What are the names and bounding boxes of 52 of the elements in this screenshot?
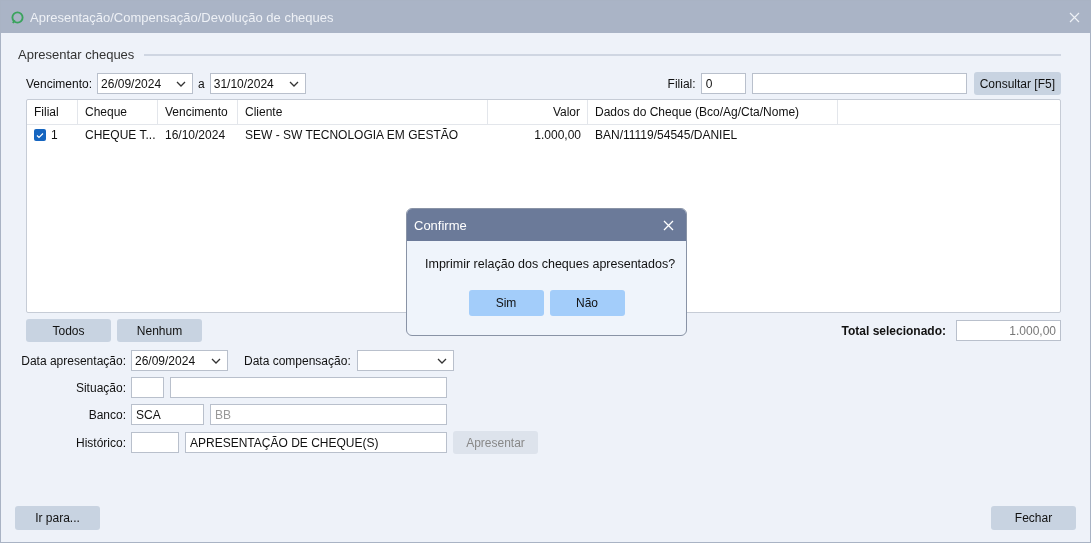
chevron-down-icon (288, 80, 299, 87)
field-label: Histórico: (75, 435, 126, 450)
input-field[interactable]: SCA (131, 404, 204, 425)
column-header[interactable]: Cheque (78, 100, 158, 125)
field-label: Filial: (667, 76, 696, 91)
field-label: Data compensação: (244, 353, 351, 368)
field-label: Vencimento: (26, 76, 93, 91)
table-cell: 1.000,00 (534, 128, 581, 142)
select-button[interactable]: Nenhum (117, 319, 202, 342)
column-header[interactable]: Vencimento (158, 100, 238, 125)
select-button[interactable]: Todos (26, 319, 111, 342)
close-icon[interactable] (1069, 11, 1080, 23)
table-cell: CHEQUE T... (85, 128, 156, 142)
close-button[interactable]: Fechar (991, 506, 1076, 530)
column-header[interactable]: Filial (27, 100, 78, 125)
date-dropdown[interactable]: 26/09/2024 (97, 73, 194, 94)
input-field[interactable]: BB (210, 404, 447, 425)
field-label: a (198, 76, 205, 91)
consult-button[interactable]: Consultar [F5] (973, 72, 1061, 95)
input-field[interactable] (131, 377, 164, 398)
column-header[interactable]: Valor (488, 100, 588, 125)
dialog-title: Confirme (414, 217, 467, 233)
window-title: Apresentação/Compensação/Devolução de cheques (30, 9, 335, 25)
field-label: Situação: (74, 380, 126, 395)
checkbox[interactable] (34, 129, 46, 141)
date-dropdown[interactable]: 26/09/2024 (131, 350, 228, 371)
date-dropdown[interactable] (356, 350, 454, 371)
input-field[interactable] (131, 432, 179, 453)
dialog-button[interactable]: Sim (468, 290, 544, 316)
app-logo-icon (11, 10, 24, 24)
chevron-down-icon (436, 357, 447, 364)
input-field[interactable]: APRESENTAÇÃO DE CHEQUE(S) (185, 432, 447, 453)
dialog-message: Imprimir relação dos cheques apresentados? (425, 257, 677, 271)
table-cell: 1 (51, 128, 58, 142)
total-label: Total selecionado: (841, 323, 946, 338)
dialog-button[interactable]: Não (549, 290, 625, 316)
input-field[interactable] (751, 73, 967, 94)
column-header[interactable]: Cliente (238, 100, 488, 125)
total-field[interactable]: 1.000,00 (956, 320, 1061, 341)
table-cell: SEW - SW TECNOLOGIA EM GESTÃO (245, 128, 459, 142)
column-header[interactable]: Dados do Cheque (Bco/Ag/Cta/Nome) (588, 100, 838, 125)
goto-button[interactable]: Ir para... (15, 506, 100, 530)
chevron-down-icon (176, 80, 187, 87)
field-label: Banco: (87, 407, 126, 422)
input-field[interactable] (170, 377, 447, 398)
date-dropdown[interactable]: 31/10/2024 (209, 73, 306, 94)
group-title: Apresentar cheques (18, 47, 135, 62)
chevron-down-icon (211, 357, 221, 364)
table-cell: BAN/11119/54545/DANIEL (595, 128, 738, 142)
input-field[interactable]: 0 (700, 73, 746, 94)
field-label: Data apresentação: (20, 353, 126, 368)
table-cell: 16/10/2024 (165, 128, 226, 142)
